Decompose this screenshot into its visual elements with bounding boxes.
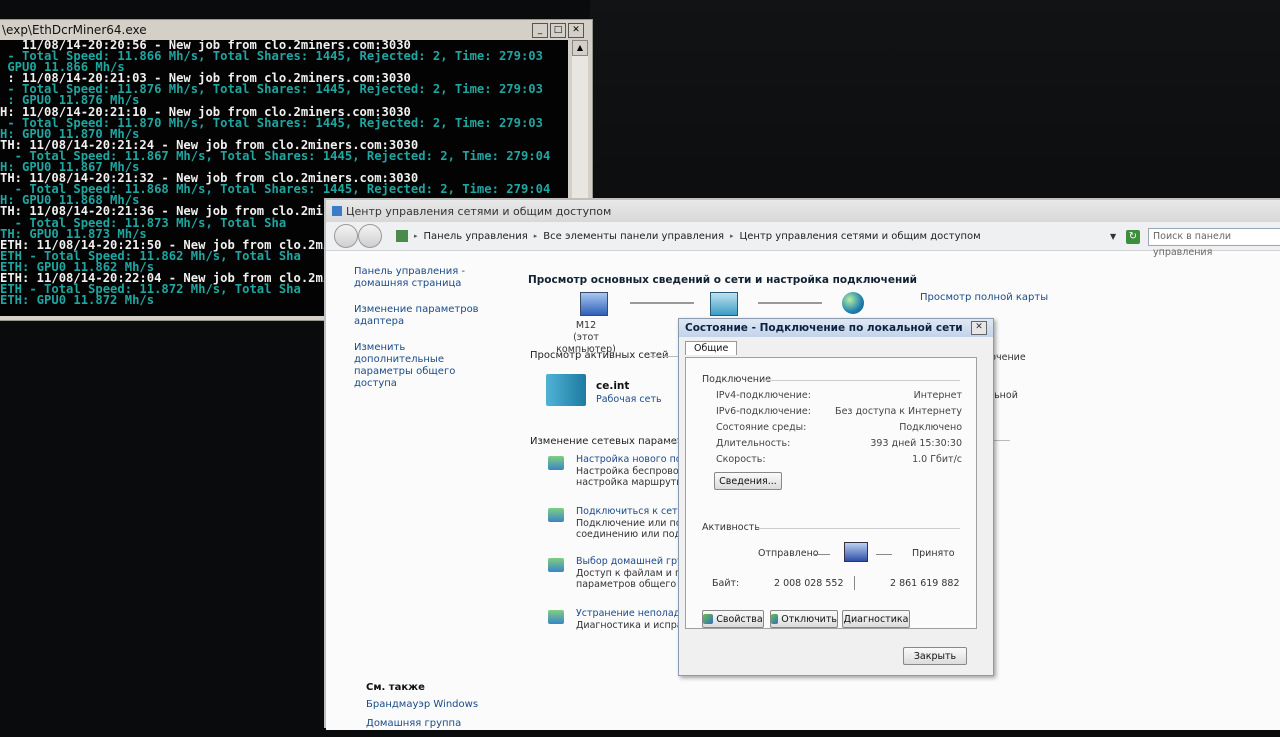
row-label: IPv6-подключение:	[716, 406, 811, 417]
console-titlebar[interactable]: \exp\EthDcrMiner64.exe _ □ ✕	[0, 20, 592, 40]
computer-name: M12	[575, 320, 597, 331]
internet-globe-icon	[842, 292, 864, 314]
row-value: Подключено	[899, 422, 962, 433]
work-network-icon	[546, 374, 586, 406]
divider	[764, 380, 960, 381]
close-icon[interactable]: ✕	[971, 321, 987, 335]
sent-label: Отправлено	[758, 548, 819, 559]
bytes-sent: 2 008 028 552	[774, 578, 844, 589]
link-change-adapter[interactable]: Изменение параметров адаптера	[354, 304, 494, 328]
row-media-state: Состояние среды: Подключено	[716, 422, 962, 433]
divider	[758, 528, 960, 529]
chevron-right-icon: ▸	[729, 232, 734, 240]
network-activity-icon	[844, 542, 868, 562]
properties-button[interactable]: Свойства	[702, 610, 764, 628]
breadcrumb[interactable]: ▸ Панель управления ▸ Все элементы панел…	[396, 230, 981, 242]
row-value: 1.0 Гбит/с	[912, 454, 962, 465]
row-value: Без доступа к Интернету	[835, 406, 962, 417]
link-full-map[interactable]: Просмотр полной карты	[920, 292, 1048, 303]
chevron-down-icon[interactable]: ▼	[1110, 232, 1116, 241]
scroll-up-icon[interactable]: ▲	[572, 40, 588, 56]
see-also: См. также Брандмауэр Windows Домашняя гр…	[366, 682, 478, 737]
maximize-icon[interactable]: □	[550, 22, 566, 38]
computer-icon	[580, 292, 608, 316]
breadcrumb-all-items[interactable]: Все элементы панели управления	[543, 231, 724, 242]
map-connector	[630, 302, 694, 304]
link-advanced-sharing[interactable]: Изменить дополнительные параметры общего…	[354, 342, 494, 390]
row-value: Интернет	[913, 390, 962, 401]
close-button[interactable]: Закрыть	[903, 647, 967, 665]
main-heading: Просмотр основных сведений о сети и наст…	[528, 274, 917, 286]
homegroup-icon	[548, 558, 564, 572]
network-name: ce.int	[596, 380, 630, 392]
shield-icon	[771, 614, 779, 624]
row-label: IPv4-подключение:	[716, 390, 811, 401]
disable-button[interactable]: Отключить	[770, 610, 838, 628]
troubleshoot-icon	[548, 610, 564, 624]
chevron-right-icon: ▸	[533, 232, 538, 240]
chevron-right-icon: ▸	[414, 232, 418, 240]
activity-line	[814, 554, 830, 555]
dialog-titlebar[interactable]: Состояние - Подключение по локальной сет…	[679, 319, 993, 337]
link-firewall[interactable]: Брандмауэр Windows	[366, 699, 478, 710]
tab-general[interactable]: Общие	[685, 341, 738, 355]
details-button[interactable]: Сведения...	[714, 472, 782, 490]
console-title: \exp\EthDcrMiner64.exe	[2, 23, 147, 37]
minimize-icon[interactable]: _	[532, 22, 548, 38]
disable-label: Отключить	[781, 613, 837, 625]
shield-icon	[703, 614, 714, 624]
address-bar[interactable]: ▸ Панель управления ▸ Все элементы панел…	[326, 222, 1280, 258]
group-connection-heading: Подключение	[702, 374, 772, 385]
search-input[interactable]: Поиск в панели управления	[1148, 228, 1280, 258]
window-titlebar[interactable]: Центр управления сетями и общим доступом	[326, 200, 1280, 222]
bytes-label: Байт:	[712, 578, 740, 589]
forward-button[interactable]	[358, 224, 382, 248]
connect-network-icon	[548, 508, 564, 522]
link-homegroup[interactable]: Домашняя группа	[366, 718, 478, 729]
row-duration: Длительность: 393 дней 15:30:30	[716, 438, 962, 449]
map-connector	[758, 302, 822, 304]
refresh-icon[interactable]: ↻	[1126, 230, 1140, 244]
control-panel-icon	[396, 230, 408, 242]
dialog-title: Состояние - Подключение по локальной сет…	[685, 322, 963, 334]
back-button[interactable]	[334, 224, 358, 248]
close-icon[interactable]: ✕	[568, 22, 584, 38]
window-icon	[332, 206, 342, 216]
breadcrumb-control-panel[interactable]: Панель управления	[424, 231, 528, 242]
window-title: Центр управления сетями и общим доступом	[346, 204, 612, 218]
new-connection-icon	[548, 456, 564, 470]
activity-line	[876, 554, 892, 555]
properties-label: Свойства	[716, 613, 763, 625]
group-activity-heading: Активность	[702, 522, 760, 533]
left-nav: Панель управления - домашняя страница Из…	[354, 266, 494, 404]
row-speed: Скорость: 1.0 Гбит/с	[716, 454, 962, 465]
activity-separator	[854, 576, 855, 590]
row-label: Состояние среды:	[716, 422, 807, 433]
row-label: Длительность:	[716, 438, 791, 449]
network-icon	[710, 292, 738, 316]
desktop-background	[590, 0, 1280, 220]
row-ipv4: IPv4-подключение: Интернет	[716, 390, 962, 401]
connection-status-dialog[interactable]: Состояние - Подключение по локальной сет…	[678, 318, 994, 676]
network-type-link[interactable]: Рабочая сеть	[596, 394, 662, 405]
row-label: Скорость:	[716, 454, 766, 465]
received-label: Принято	[912, 548, 955, 559]
link-control-panel-home[interactable]: Панель управления - домашняя страница	[354, 266, 494, 290]
breadcrumb-network-center[interactable]: Центр управления сетями и общим доступом	[739, 231, 980, 242]
diagnose-button[interactable]: Диагностика	[842, 610, 910, 628]
dialog-panel: Подключение IPv4-подключение: Интернет I…	[685, 357, 977, 629]
see-also-heading: См. также	[366, 682, 425, 693]
row-value: 393 дней 15:30:30	[870, 438, 962, 449]
bytes-received: 2 861 619 882	[890, 578, 960, 589]
row-ipv6: IPv6-подключение: Без доступа к Интернет…	[716, 406, 962, 417]
